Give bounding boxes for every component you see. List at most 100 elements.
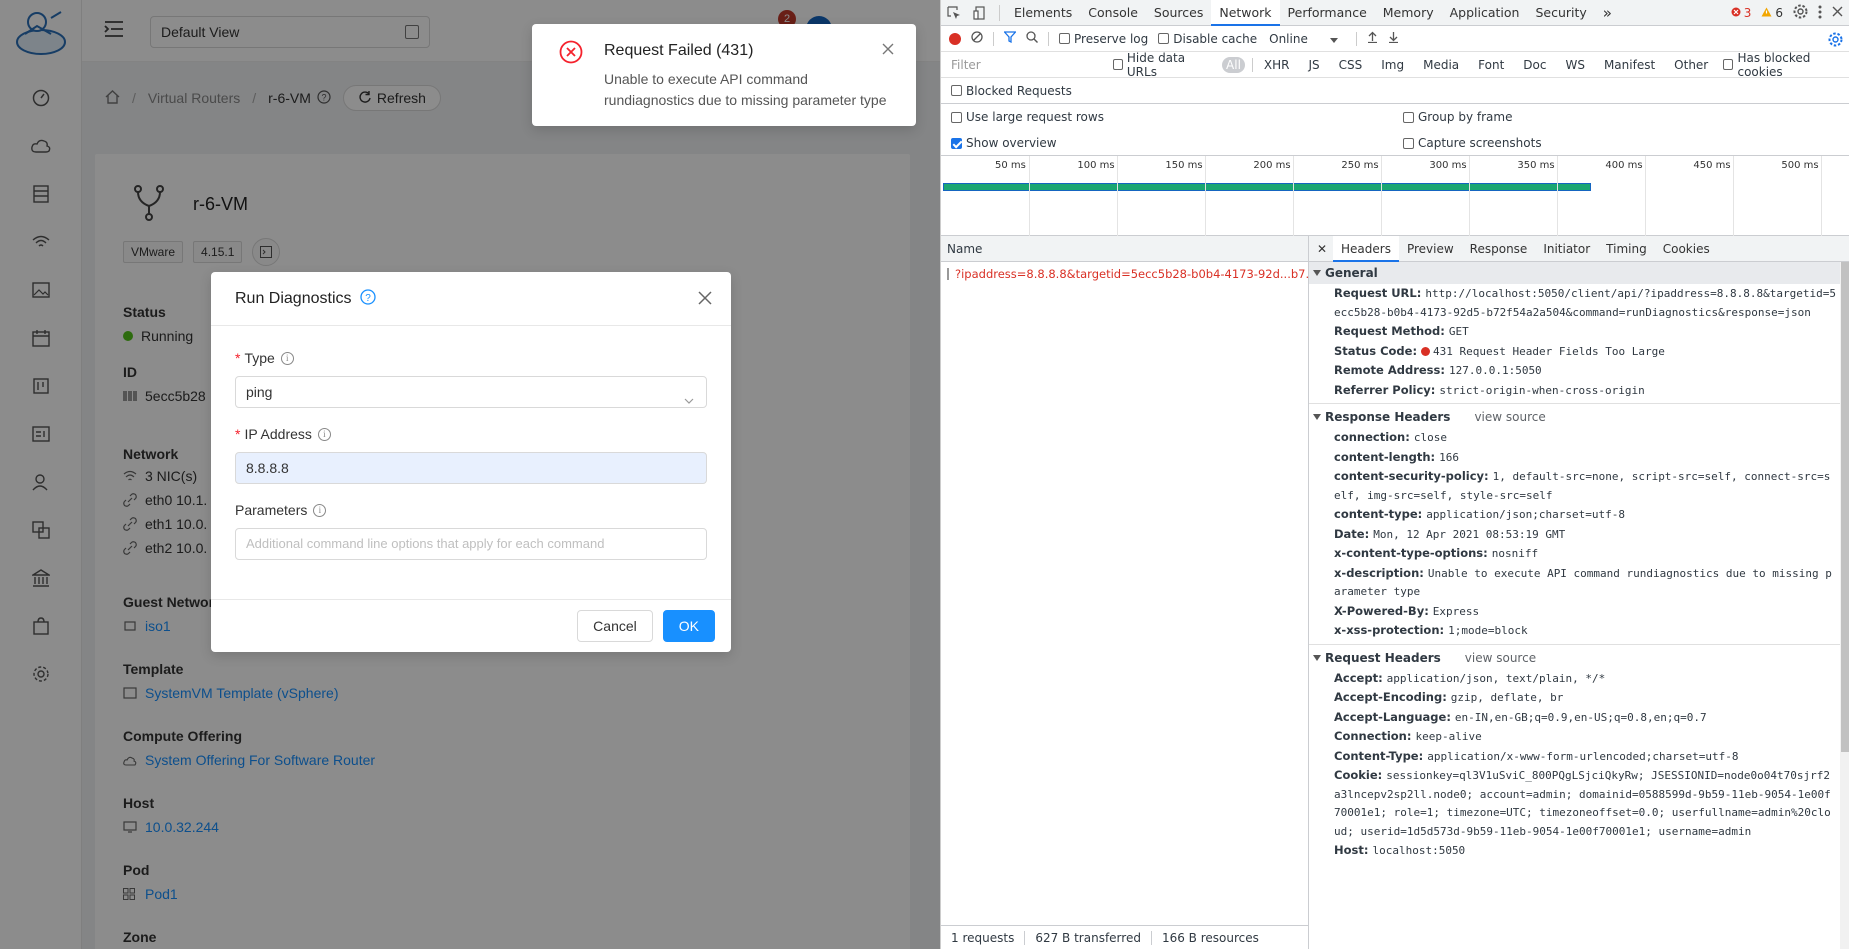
type-filter-other[interactable]: Other: [1670, 57, 1712, 73]
has-blocked-cookies-label: Has blocked cookies: [1737, 50, 1811, 79]
throttling-value: Online: [1269, 31, 1308, 46]
error-counter[interactable]: 3: [1731, 6, 1751, 20]
info-circle-icon[interactable]: i: [313, 503, 327, 517]
header-value: sessionkey=ql3V1uSviC_800PQgLSjciQkyRw; …: [1334, 769, 1831, 838]
modal-close-icon[interactable]: [697, 290, 713, 306]
tab-elements[interactable]: Elements: [1006, 0, 1080, 26]
ip-address-input[interactable]: 8.8.8.8: [235, 452, 707, 484]
type-label: Type: [244, 350, 275, 366]
tab-application[interactable]: Application: [1442, 0, 1528, 26]
header-row: Accept: application/json, text/plain, */*: [1309, 669, 1840, 689]
overview-request-bar: [943, 183, 1591, 191]
type-filter-font[interactable]: Font: [1474, 57, 1508, 73]
general-section-header[interactable]: General: [1309, 262, 1840, 284]
type-filter-ws[interactable]: WS: [1561, 57, 1588, 73]
kebab-menu-icon[interactable]: [1818, 5, 1822, 22]
notification-close-icon[interactable]: [882, 42, 894, 55]
search-icon[interactable]: [1026, 31, 1038, 46]
upload-icon[interactable]: [1367, 31, 1378, 46]
tab-memory[interactable]: Memory: [1375, 0, 1442, 26]
info-circle-icon[interactable]: i: [280, 351, 294, 365]
overview-gridline: [1469, 156, 1470, 236]
detail-scrollbar[interactable]: [1840, 262, 1849, 949]
type-filter-img[interactable]: Img: [1377, 57, 1408, 73]
show-overview-checkbox[interactable]: Show overview: [951, 136, 1057, 150]
request-row[interactable]: ?ipaddress=8.8.8.8&targetid=5ecc5b28-b0b…: [941, 262, 1308, 286]
parameters-label: Parameters: [235, 502, 308, 518]
header-row: connection: close: [1309, 428, 1840, 448]
cancel-button[interactable]: Cancel: [577, 610, 653, 642]
view-source-link[interactable]: view source: [1474, 406, 1545, 428]
expand-triangle-icon: [1313, 654, 1321, 661]
tab-cookies[interactable]: Cookies: [1655, 236, 1718, 262]
checkbox-box: [1403, 137, 1414, 149]
has-blocked-cookies-checkbox[interactable]: Has blocked cookies: [1723, 51, 1849, 79]
tab-console[interactable]: Console: [1080, 0, 1146, 26]
disable-cache-checkbox[interactable]: Disable cache: [1158, 32, 1257, 46]
request-headers-section-header[interactable]: Request Headers view source: [1309, 647, 1840, 669]
network-overview-timeline[interactable]: 50 ms 100 ms 150 ms 200 ms 250 ms 300 ms 350 m…: [941, 156, 1849, 236]
group-by-frame-label: Group by frame: [1418, 110, 1513, 124]
type-filter-manifest[interactable]: Manifest: [1600, 57, 1659, 73]
request-headers-title: Request Headers: [1325, 650, 1441, 665]
filter-input[interactable]: Filter: [947, 54, 1102, 75]
download-icon[interactable]: [1388, 31, 1399, 46]
close-devtools-icon[interactable]: [1832, 6, 1843, 20]
tab-response[interactable]: Response: [1462, 236, 1536, 262]
header-row: Request Method: GET: [1309, 322, 1840, 342]
more-tabs-button[interactable]: »: [1595, 0, 1620, 26]
tab-headers[interactable]: Headers: [1333, 235, 1399, 262]
required-mark: *: [235, 350, 241, 366]
header-key: Accept-Encoding:: [1334, 690, 1447, 704]
response-headers-section-header[interactable]: Response Headers view source: [1309, 406, 1840, 428]
overview-tick-label: 150 ms: [1165, 160, 1203, 171]
tab-sources[interactable]: Sources: [1146, 0, 1211, 26]
response-headers-title: Response Headers: [1325, 410, 1451, 424]
response-headers-list: connection: close content-length: 166 cont…: [1309, 428, 1840, 641]
type-filter-media[interactable]: Media: [1419, 57, 1463, 73]
filter-funnel-icon[interactable]: [1003, 31, 1017, 46]
large-rows-checkbox[interactable]: Use large request rows: [951, 110, 1104, 124]
settings-gear-icon[interactable]: [1793, 4, 1808, 22]
tab-initiator[interactable]: Initiator: [1535, 236, 1598, 262]
header-row: Status Code: 431 Request Header Fields To…: [1309, 342, 1840, 362]
required-mark: *: [235, 426, 241, 442]
clear-icon[interactable]: [971, 31, 983, 46]
run-diagnostics-modal: Run Diagnostics ? * Type i ping * IP Addres…: [211, 272, 731, 652]
type-select[interactable]: ping: [235, 376, 707, 408]
question-circle-icon[interactable]: ?: [359, 289, 376, 308]
network-settings-gear-icon[interactable]: [1828, 32, 1843, 50]
inspect-element-icon[interactable]: [941, 0, 967, 26]
tab-security[interactable]: Security: [1527, 0, 1594, 26]
header-key: Cookie:: [1334, 768, 1383, 782]
tab-network[interactable]: Network: [1211, 0, 1280, 26]
scrollbar-thumb[interactable]: [1841, 262, 1849, 752]
ok-button[interactable]: OK: [662, 610, 715, 642]
type-filter-css[interactable]: CSS: [1335, 57, 1367, 73]
record-icon[interactable]: [949, 32, 961, 45]
parameters-input[interactable]: Additional command line options that app…: [235, 528, 707, 560]
checkbox-box: [1158, 33, 1170, 44]
close-detail-icon[interactable]: ✕: [1309, 236, 1333, 262]
hide-data-urls-checkbox[interactable]: Hide data URLs: [1112, 51, 1211, 79]
type-filter-doc[interactable]: Doc: [1519, 57, 1550, 73]
tab-timing[interactable]: Timing: [1598, 236, 1655, 262]
warning-counter[interactable]: 6: [1761, 6, 1783, 20]
checkbox-box: [1059, 33, 1070, 44]
blocked-requests-checkbox[interactable]: Blocked Requests: [951, 84, 1072, 98]
view-source-link[interactable]: view source: [1465, 647, 1536, 669]
type-filter-xhr[interactable]: XHR: [1260, 57, 1294, 73]
device-toolbar-icon[interactable]: [967, 0, 993, 26]
header-value: GET: [1448, 325, 1469, 338]
throttling-select[interactable]: Online: [1269, 32, 1338, 46]
preserve-log-checkbox[interactable]: Preserve log: [1059, 32, 1148, 46]
group-by-frame-checkbox[interactable]: Group by frame: [1403, 110, 1512, 124]
section-divider: [1309, 641, 1840, 645]
tab-preview[interactable]: Preview: [1399, 236, 1462, 262]
capture-screenshots-checkbox[interactable]: Capture screenshots: [1403, 136, 1542, 150]
name-column-header[interactable]: Name: [941, 236, 1308, 262]
type-filter-js[interactable]: JS: [1304, 57, 1323, 73]
type-filter-all[interactable]: All: [1222, 56, 1245, 73]
tab-performance[interactable]: Performance: [1280, 0, 1375, 26]
info-circle-icon[interactable]: i: [317, 427, 331, 441]
